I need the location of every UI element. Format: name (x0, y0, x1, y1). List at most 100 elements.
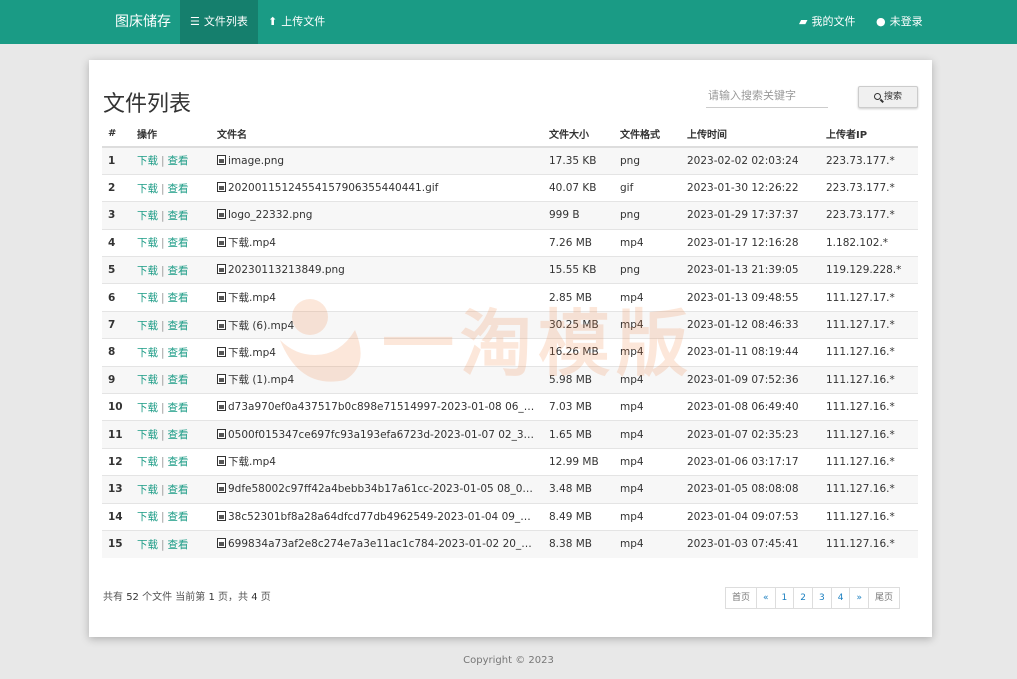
row-size: 40.07 KB (543, 173, 614, 202)
download-link[interactable]: 下载 (137, 484, 158, 496)
row-format: mp4 (614, 338, 681, 367)
action-separator: | (161, 511, 165, 524)
image-file-icon (217, 374, 226, 385)
pagination-next[interactable]: » (849, 587, 869, 609)
pagination-prev[interactable]: « (756, 587, 776, 609)
row-filename: 20200115124554157906355440441.gif (211, 173, 543, 202)
view-link[interactable]: 查看 (168, 539, 189, 551)
row-size: 15.55 KB (543, 256, 614, 284)
nav-my-files-label: 我的文件 (811, 15, 856, 28)
table-row: 11 下载 | 查看 0500f015347ce697fc93a193efa6723d-… (102, 420, 918, 449)
table-row: 5 下载 | 查看 20230113213849.png 15.55 KB png 2023-… (102, 256, 918, 284)
row-actions: 下载 | 查看 (131, 256, 211, 284)
brand-title[interactable]: 图床储存 (115, 0, 171, 44)
download-link[interactable]: 下载 (137, 210, 158, 222)
view-link[interactable]: 查看 (168, 155, 189, 167)
view-link[interactable]: 查看 (168, 456, 189, 468)
nav-login[interactable]: ● 未登录 (866, 0, 933, 44)
pagination-page-1[interactable]: 1 (774, 587, 795, 609)
view-link[interactable]: 查看 (168, 402, 189, 414)
row-filename: image.png (211, 146, 543, 175)
row-ip: 111.127.16.* (820, 502, 918, 531)
filename-text: 0500f015347ce697fc93a193efa6723d-2023-01… (228, 428, 543, 441)
image-file-icon (217, 456, 226, 467)
image-file-icon (217, 401, 226, 412)
nav-file-list[interactable]: ☰ 文件列表 (180, 0, 258, 44)
footer-copyright: Copyright © 2023 (463, 655, 554, 666)
view-link[interactable]: 查看 (168, 374, 189, 386)
row-filename: 下载.mp4 (211, 447, 543, 476)
pagination-last[interactable]: 尾页 (867, 587, 900, 609)
row-filename: 下载.mp4 (211, 338, 543, 367)
row-time: 2023-01-30 12:26:22 (681, 173, 820, 202)
view-link[interactable]: 查看 (168, 511, 189, 523)
table-row: 1 下载 | 查看 image.png 17.35 KB png 2023-02-02 02:… (102, 146, 918, 175)
download-link[interactable]: 下载 (137, 320, 158, 332)
row-number: 2 (102, 173, 131, 202)
row-format: png (614, 201, 681, 230)
view-link[interactable]: 查看 (168, 484, 189, 496)
search-button[interactable]: 搜索 (858, 86, 918, 108)
download-link[interactable]: 下载 (137, 511, 158, 523)
pagination-page-3[interactable]: 3 (812, 587, 832, 609)
pagination-page-4[interactable]: 4 (830, 587, 851, 609)
view-link[interactable]: 查看 (168, 320, 189, 332)
row-filename: 38c52301bf8a28a64dfcd77db4962549-2023-01… (211, 502, 543, 531)
row-time: 2023-01-06 03:17:17 (681, 447, 820, 476)
download-link[interactable]: 下载 (137, 539, 158, 551)
pagination-page-2[interactable]: 2 (793, 587, 813, 609)
download-link[interactable]: 下载 (137, 429, 158, 441)
row-number: 3 (102, 201, 131, 230)
row-ip: 223.73.177.* (820, 201, 918, 230)
table-row: 13 下载 | 查看 9dfe58002c97ff42a4bebb34b17a61cc-… (102, 475, 918, 504)
summary-pages: 4 (251, 592, 258, 603)
search-icon (873, 93, 881, 100)
pagination-first[interactable]: 首页 (725, 587, 758, 609)
table-row: 12 下载 | 查看 下载.mp4 12.99 MB mp4 2023-01-06 03:17… (102, 447, 918, 476)
row-ip: 1.182.102.* (820, 228, 918, 257)
download-link[interactable]: 下载 (137, 374, 158, 386)
row-ip: 111.127.16.* (820, 420, 918, 449)
action-separator: | (161, 346, 165, 359)
view-link[interactable]: 查看 (168, 292, 189, 304)
row-actions: 下载 | 查看 (131, 365, 211, 394)
table-row: 8 下载 | 查看 下载.mp4 16.26 MB mp4 2023-01-11 08:19:… (102, 338, 918, 367)
search-button-label: 搜索 (883, 92, 902, 102)
row-size: 7.26 MB (543, 228, 614, 257)
view-link[interactable]: 查看 (168, 429, 189, 441)
nav-my-files[interactable]: ▰ 我的文件 (789, 0, 865, 44)
image-file-icon (217, 237, 226, 248)
image-file-icon (217, 182, 226, 193)
filename-text: logo_22332.png (228, 209, 313, 222)
row-ip: 111.127.17.* (820, 310, 918, 339)
row-number: 6 (102, 283, 131, 312)
row-actions: 下载 | 查看 (131, 447, 211, 476)
download-link[interactable]: 下载 (137, 402, 158, 414)
view-link[interactable]: 查看 (168, 347, 189, 359)
action-separator: | (161, 264, 165, 277)
image-file-icon (217, 510, 226, 521)
download-link[interactable]: 下载 (137, 237, 158, 249)
row-ip: 111.127.16.* (820, 338, 918, 367)
row-size: 3.48 MB (543, 475, 614, 504)
view-link[interactable]: 查看 (168, 210, 189, 222)
image-file-icon (217, 319, 226, 330)
download-link[interactable]: 下载 (137, 347, 158, 359)
view-link[interactable]: 查看 (168, 183, 189, 195)
row-ip: 223.73.177.* (820, 146, 918, 175)
col-header-action: 操作 (131, 120, 211, 148)
download-link[interactable]: 下载 (137, 456, 158, 468)
filename-text: 下载 (1).mp4 (228, 374, 295, 387)
view-link[interactable]: 查看 (168, 237, 189, 249)
row-ip: 111.127.16.* (820, 447, 918, 476)
image-file-icon (217, 346, 226, 357)
nav-upload[interactable]: ⬆ 上传文件 (258, 0, 335, 44)
row-format: mp4 (614, 283, 681, 312)
download-link[interactable]: 下载 (137, 292, 158, 304)
row-format: mp4 (614, 447, 681, 476)
view-link[interactable]: 查看 (168, 265, 189, 277)
download-link[interactable]: 下载 (137, 265, 158, 277)
search-input[interactable] (706, 84, 828, 108)
download-link[interactable]: 下载 (137, 155, 158, 167)
download-link[interactable]: 下载 (137, 183, 158, 195)
